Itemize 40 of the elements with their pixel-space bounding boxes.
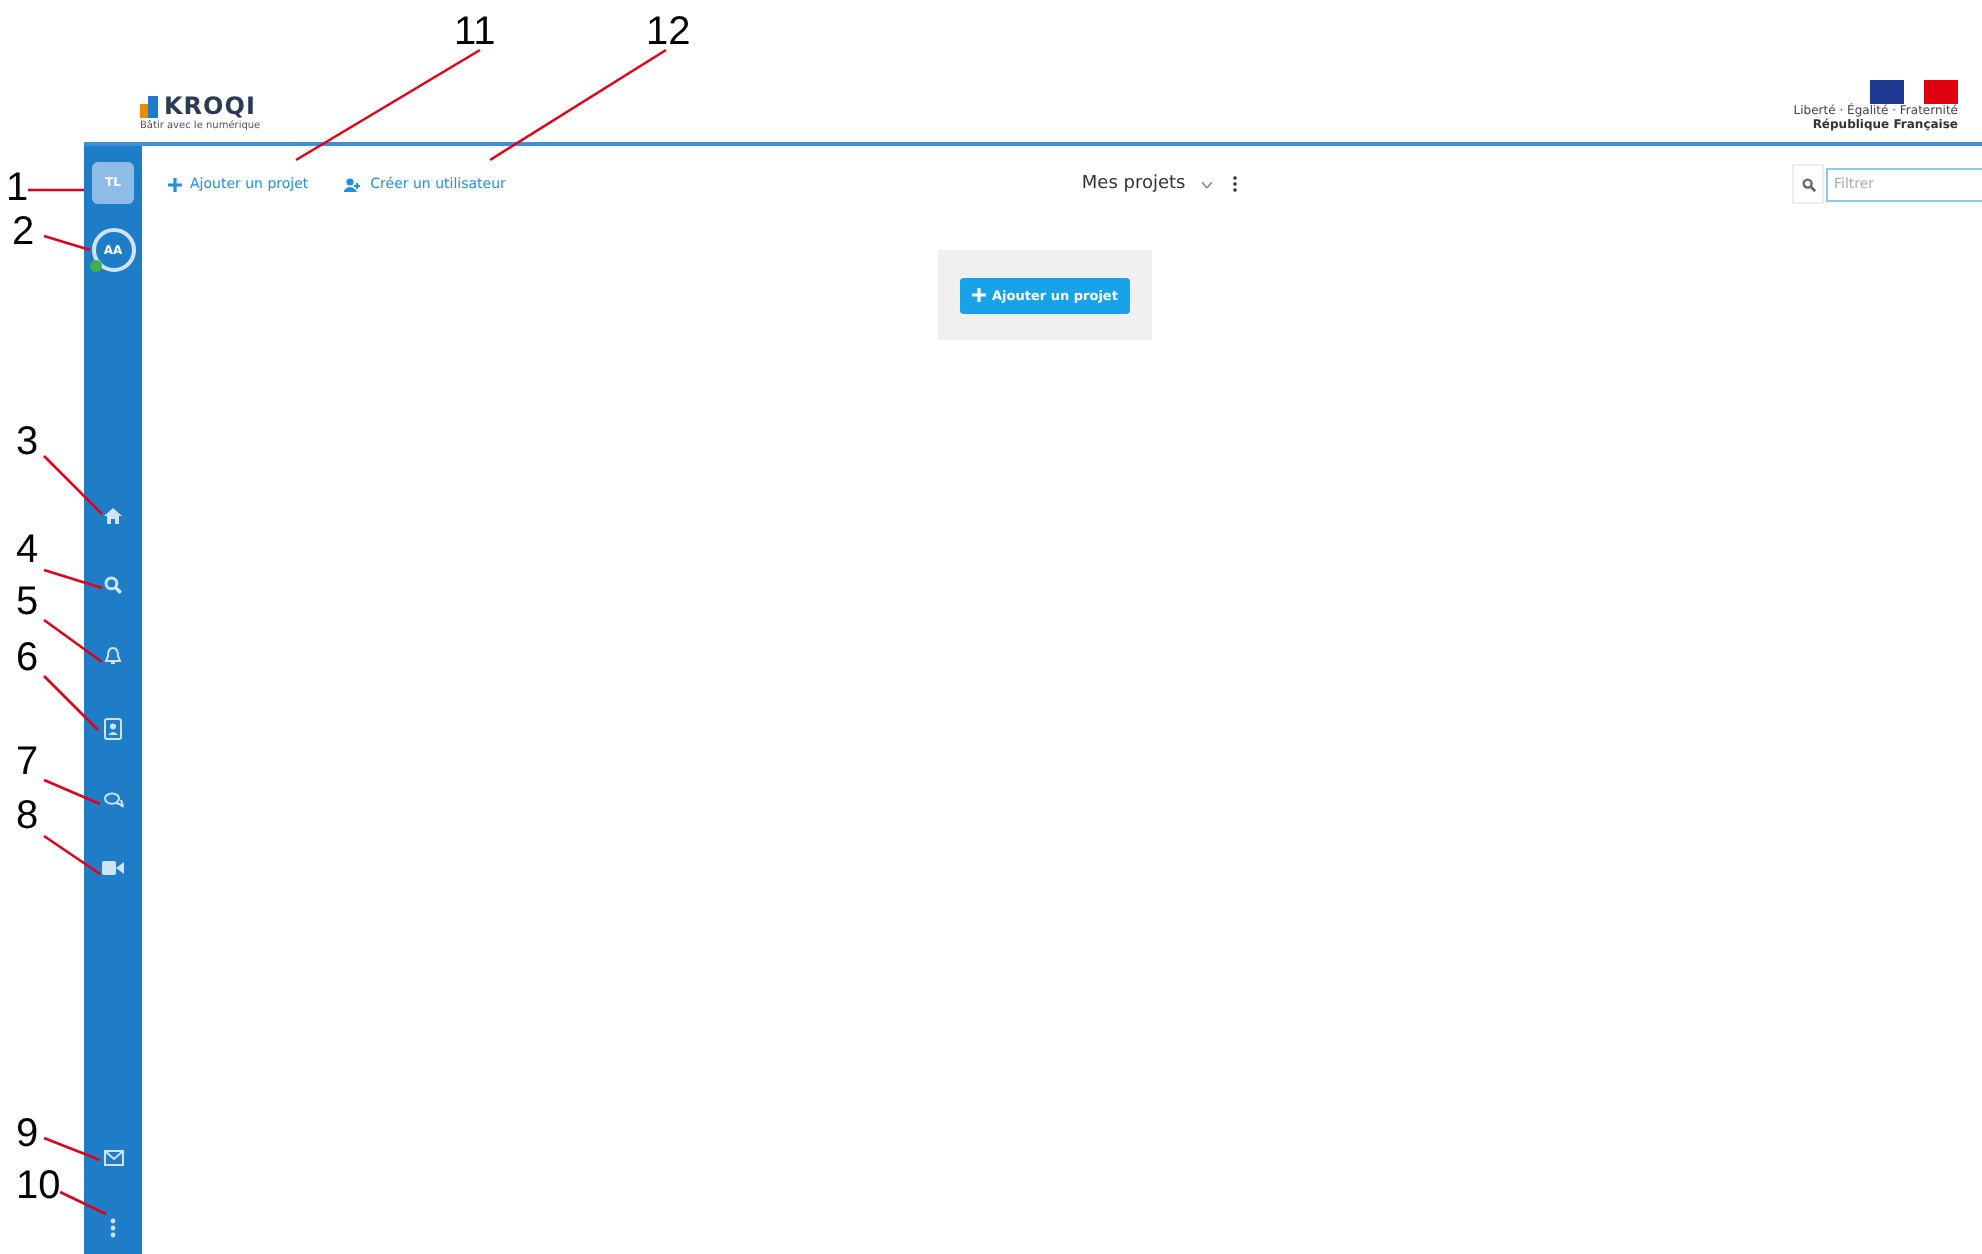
flag-emblem-icon	[1870, 80, 1958, 104]
leader-line	[43, 1136, 101, 1162]
leader-line	[59, 1190, 107, 1216]
callout-number: 7	[16, 742, 39, 782]
leader-line	[43, 778, 101, 806]
callout-number: 10	[16, 1166, 61, 1206]
search-icon	[1801, 177, 1815, 191]
leader-line	[43, 618, 103, 664]
callout-number: 11	[454, 12, 496, 52]
callout-number: 9	[16, 1114, 39, 1154]
leader-line	[28, 188, 84, 192]
logo-name: KROQI	[164, 92, 256, 120]
caret-icon	[1201, 181, 1212, 187]
plus-icon	[972, 288, 987, 302]
leader-line	[43, 455, 103, 515]
video-camera-icon[interactable]	[102, 860, 124, 876]
chat-icon[interactable]	[103, 792, 123, 808]
callout-number: 4	[16, 530, 39, 570]
contact-card-icon[interactable]	[104, 718, 122, 740]
leader-line	[43, 568, 103, 590]
callout-number: 2	[12, 212, 35, 252]
plus-icon	[168, 177, 182, 191]
search-icon[interactable]	[104, 576, 122, 594]
callout-number: 6	[16, 638, 39, 678]
callout-number: 8	[16, 796, 39, 836]
leader-line	[43, 834, 101, 876]
callout-number: 5	[16, 582, 39, 622]
mail-icon[interactable]	[103, 1150, 123, 1166]
more-options-icon[interactable]	[1231, 176, 1238, 192]
callout-number: 1	[6, 168, 29, 208]
leader-line	[43, 675, 99, 731]
bell-icon[interactable]	[104, 646, 122, 666]
callout-number: 3	[16, 422, 39, 462]
home-icon[interactable]	[104, 508, 122, 524]
callout-number: 12	[646, 12, 691, 52]
search-button[interactable]	[1792, 164, 1824, 204]
user-plus-icon	[344, 177, 363, 191]
leader-line	[43, 234, 91, 252]
logo-icon	[140, 95, 158, 117]
view-selector[interactable]: Mes projets	[1081, 174, 1212, 194]
